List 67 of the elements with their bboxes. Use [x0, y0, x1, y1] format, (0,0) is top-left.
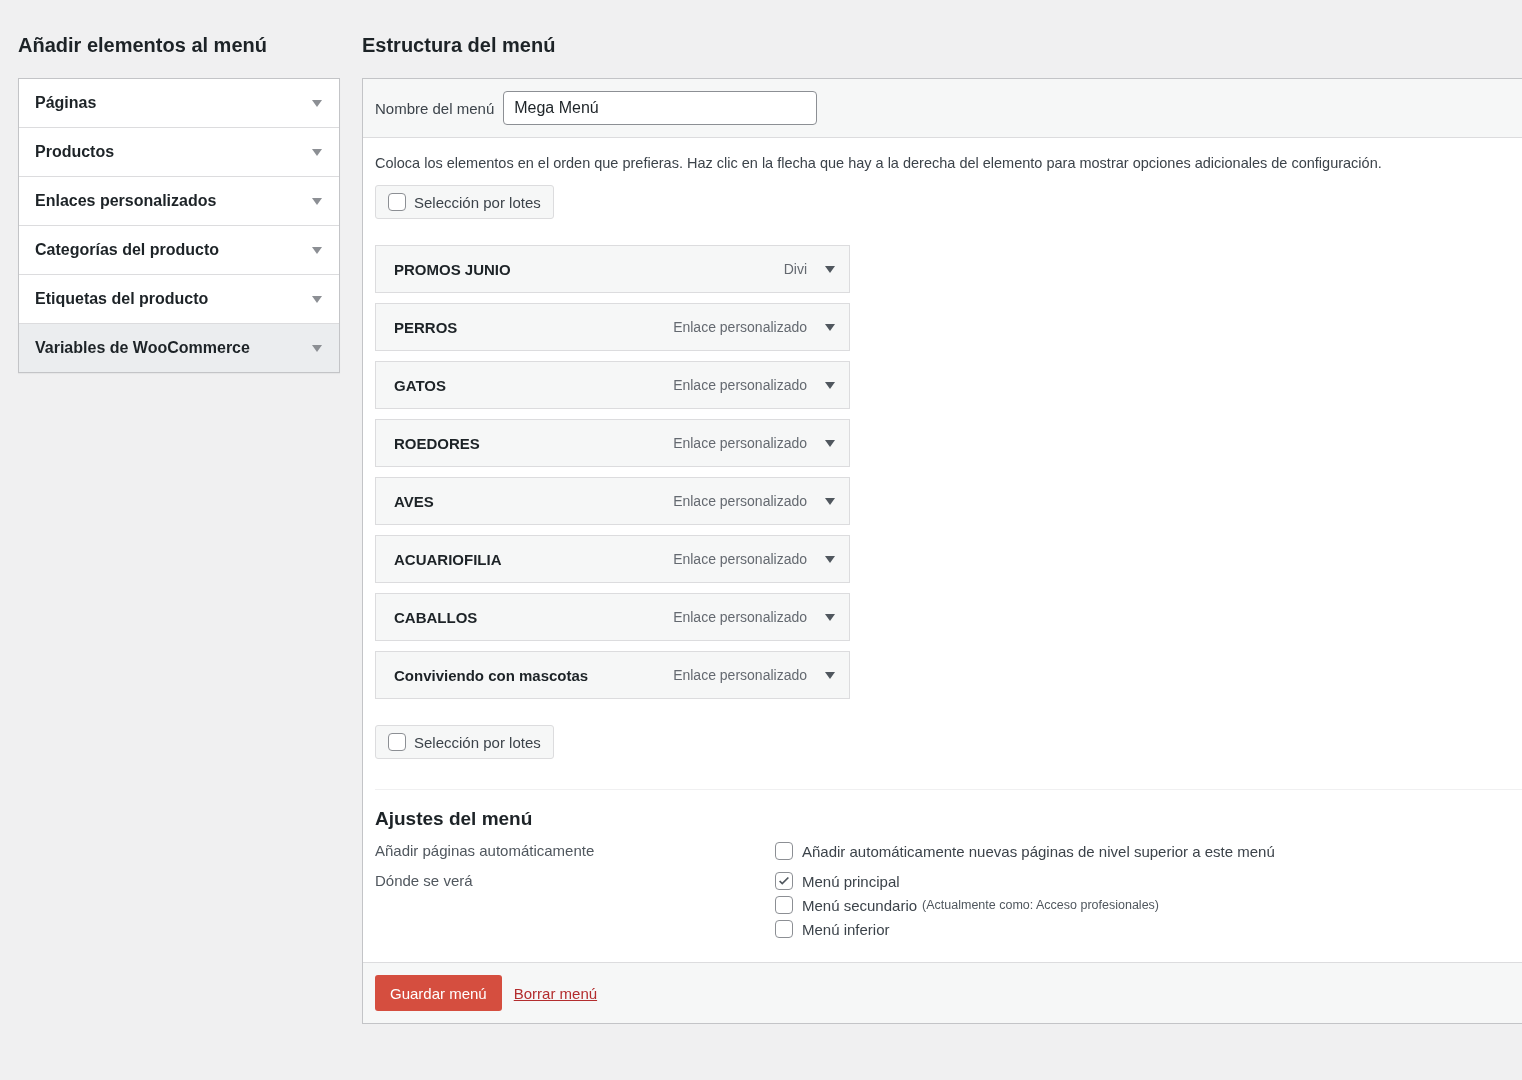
- checkbox-label: Menú secundario: [802, 896, 918, 914]
- bulk-select-button[interactable]: Selección por lotes: [375, 185, 554, 219]
- setting-label: Dónde se verá: [375, 872, 474, 891]
- caret-icon[interactable]: [825, 439, 835, 447]
- caret-icon: [312, 148, 322, 156]
- caret-icon[interactable]: [825, 497, 835, 505]
- checkbox[interactable]: [388, 193, 406, 211]
- accordion-item[interactable]: Categorías del producto: [19, 226, 339, 275]
- menu-item-type: Enlace personalizado: [673, 551, 807, 567]
- menu-item-type: Enlace personalizado: [673, 667, 807, 683]
- menu-item-title: PERROS: [394, 318, 459, 336]
- delete-link[interactable]: Borrar menú: [513, 984, 598, 1002]
- checkbox-label: Menú principal: [802, 872, 900, 890]
- menu-name-field[interactable]: Mega Menú: [503, 91, 818, 125]
- setting-label: Añadir páginas automáticamente: [375, 842, 596, 860]
- caret-icon: [312, 197, 322, 205]
- menu-item-bar[interactable]: CABALLOS Enlace personalizado: [375, 593, 850, 641]
- menu-item-bar[interactable]: Conviviendo con mascotas Enlace personalizado: [375, 651, 850, 699]
- menu-item-bar[interactable]: AVES Enlace personalizado: [375, 477, 850, 525]
- menu-name-label: Nombre del menú: [375, 99, 495, 117]
- caret-icon[interactable]: [825, 671, 835, 679]
- caret-icon: [312, 246, 322, 254]
- caret-icon: [312, 99, 322, 107]
- menu-item-bar[interactable]: PERROS Enlace personalizado: [375, 303, 850, 351]
- checkbox-note: (Actualmente como: Acceso profesionales): [922, 898, 1159, 912]
- caret-icon[interactable]: [825, 555, 835, 563]
- caret-icon[interactable]: [825, 381, 835, 389]
- menu-item-title: CABALLOS: [394, 608, 479, 626]
- menu-item-type: Enlace personalizado: [673, 609, 807, 625]
- menu-item-type: Enlace personalizado: [673, 435, 807, 451]
- sidebar-heading: Añadir elementos al menú: [18, 34, 268, 58]
- settings-heading: Ajustes del menú: [375, 808, 534, 830]
- caret-icon[interactable]: [825, 613, 835, 621]
- accordion-item[interactable]: Variables de WooCommerce: [19, 324, 339, 372]
- menu-item-type: Divi: [783, 261, 807, 277]
- menu-item-title: PROMOS JUNIO: [394, 260, 512, 278]
- menu-item-type: Enlace personalizado: [673, 493, 807, 509]
- menu-item-title: ACUARIOFILIA: [394, 550, 503, 568]
- accordion-item[interactable]: Enlaces personalizados: [19, 177, 339, 226]
- menu-item-type: Enlace personalizado: [673, 377, 807, 393]
- structure-heading: Estructura del menú: [362, 34, 557, 58]
- caret-icon[interactable]: [825, 265, 835, 273]
- checkbox[interactable]: [388, 733, 406, 751]
- bulk-select-button[interactable]: Selección por lotes: [375, 725, 554, 759]
- checkbox[interactable]: [775, 872, 793, 890]
- accordion-item[interactable]: Productos: [19, 128, 339, 177]
- menu-item-bar[interactable]: GATOS Enlace personalizado: [375, 361, 850, 409]
- menu-item-bar[interactable]: ACUARIOFILIA Enlace personalizado: [375, 535, 850, 583]
- caret-icon: [312, 295, 322, 303]
- instructions-text: Coloca los elementos en el orden que prefieras. Haz clic en la flecha que hay a la derecha del elemento para mostrar opciones adicionales de configuración.: [375, 155, 1383, 171]
- caret-icon[interactable]: [825, 323, 835, 331]
- save-button[interactable]: Guardar menú: [375, 975, 502, 1011]
- checkmark-icon: [777, 874, 791, 888]
- menu-item-title: ROEDORES: [394, 434, 481, 452]
- checkbox[interactable]: [775, 920, 793, 938]
- menu-item-title: AVES: [394, 492, 435, 510]
- menu-item-bar[interactable]: PROMOS JUNIO Divi: [375, 245, 850, 293]
- menu-item-title: Conviviendo con mascotas: [394, 666, 590, 684]
- checkbox-label: Menú inferior: [802, 920, 890, 938]
- caret-icon: [312, 344, 322, 352]
- menu-item-title: GATOS: [394, 376, 447, 394]
- menu-item-type: Enlace personalizado: [673, 319, 807, 335]
- accordion-item[interactable]: Páginas: [19, 79, 339, 128]
- checkbox[interactable]: [775, 842, 793, 860]
- menu-item-bar[interactable]: ROEDORES Enlace personalizado: [375, 419, 850, 467]
- checkbox-label: Añadir automáticamente nuevas páginas de nivel superior a este menú: [802, 842, 1275, 860]
- checkbox[interactable]: [775, 896, 793, 914]
